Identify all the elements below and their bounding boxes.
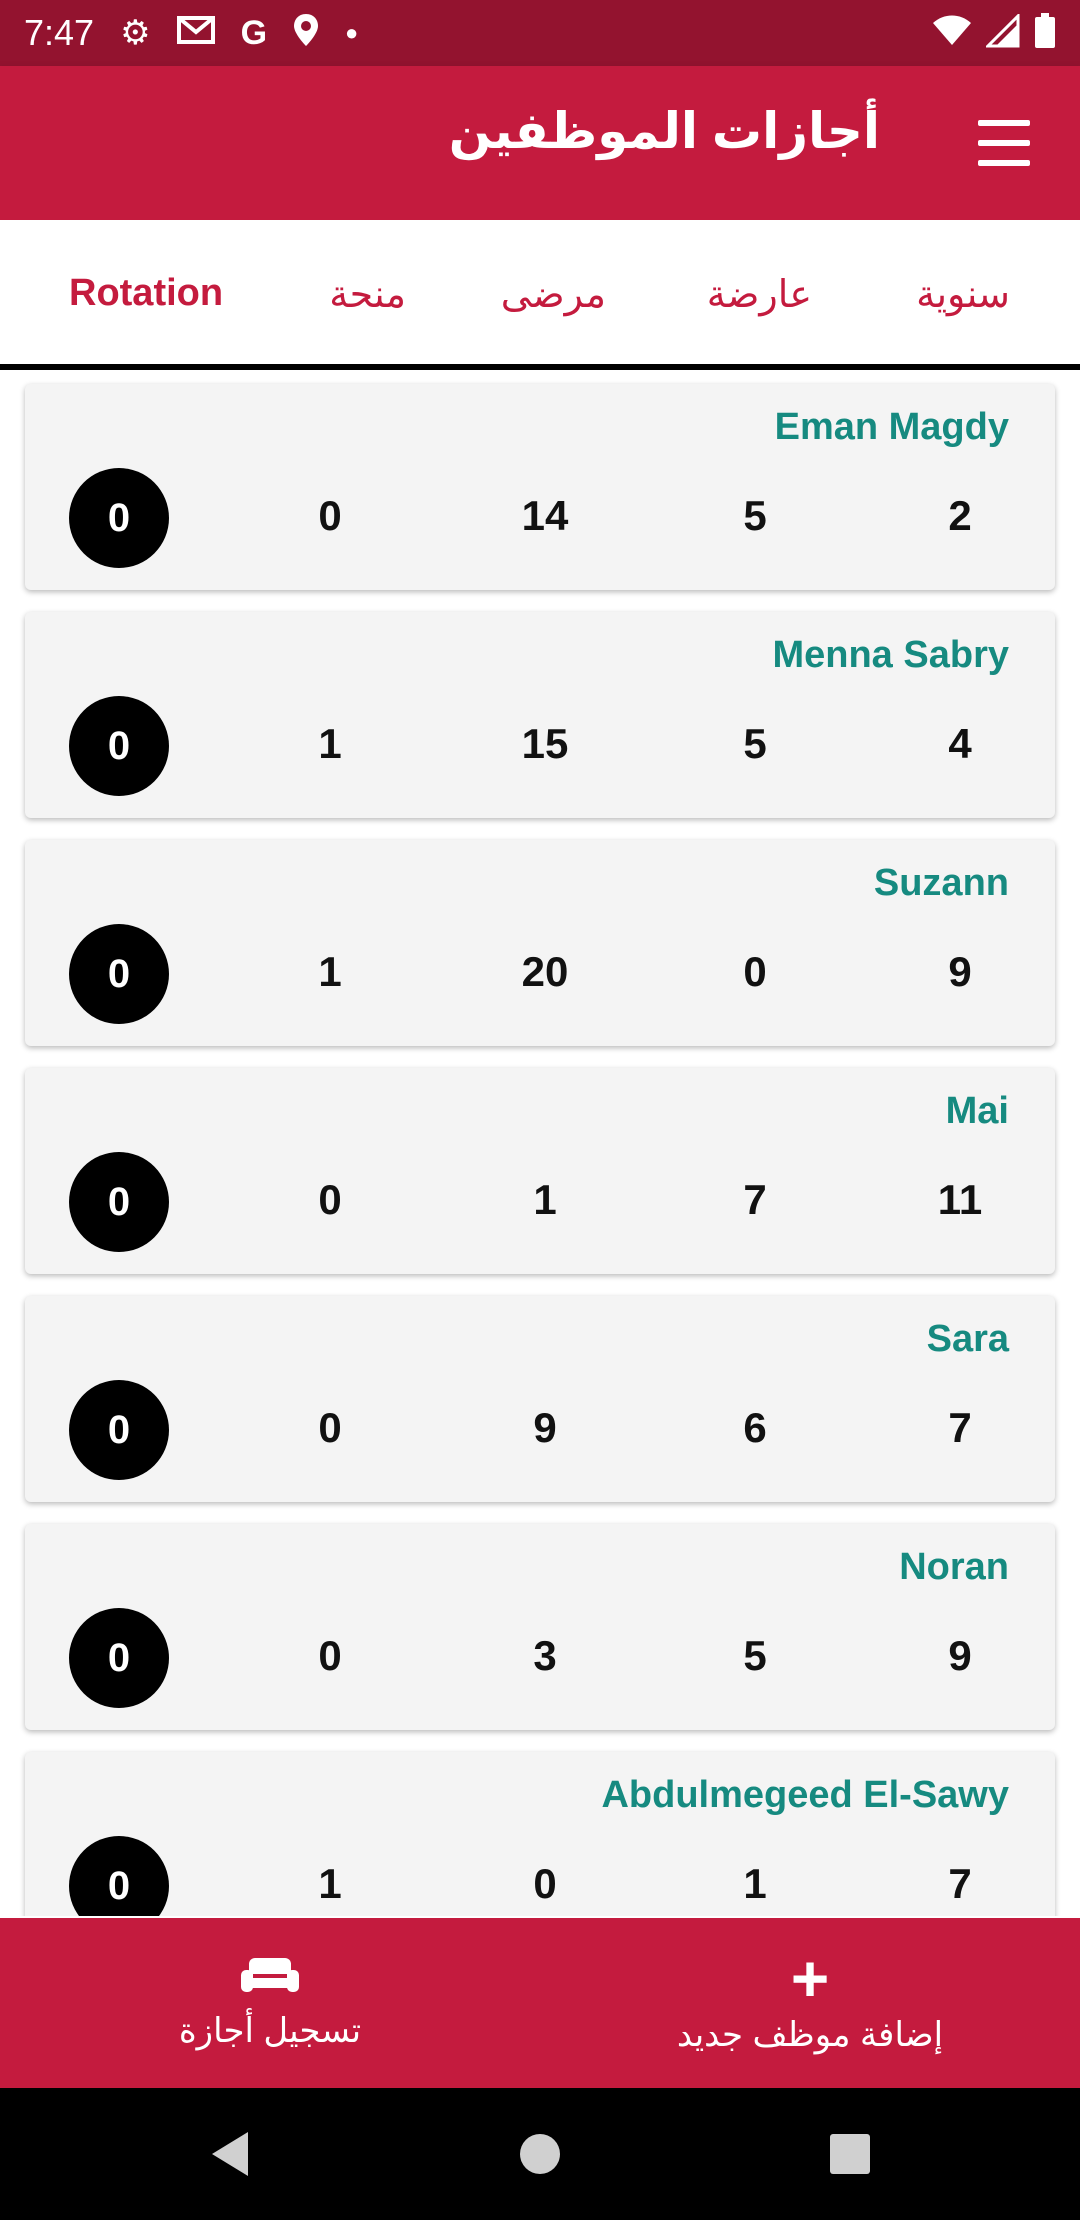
leave-value: 1 [318, 948, 342, 995]
leave-value: 5 [743, 492, 767, 539]
system-status-icons [932, 11, 1056, 54]
register-leave-label: تسجيل أجازة [178, 2011, 362, 2050]
dot-icon: ● [345, 20, 359, 45]
leave-value: 1 [318, 720, 342, 767]
rotation-count-badge: 0 [69, 1836, 169, 1916]
rotation-count-badge: 0 [69, 1608, 169, 1708]
employee-card[interactable]: Eman Magdy 0 0 14 5 2 [25, 384, 1055, 590]
rotation-count-badge: 0 [69, 1380, 169, 1480]
tab-sick[interactable]: مرضى [501, 272, 606, 317]
employee-card[interactable]: Suzann 0 1 20 0 9 [25, 840, 1055, 1046]
leave-value: 7 [948, 1860, 972, 1907]
leave-value: 7 [948, 1404, 972, 1451]
battery-icon [1034, 12, 1056, 54]
leave-value: 0 [318, 1176, 342, 1223]
settings-icon: ⚙ [120, 14, 151, 52]
employee-name: Mai [945, 1090, 1009, 1132]
leave-value: 0 [318, 1632, 342, 1679]
google-icon: G [240, 14, 268, 52]
recent-apps-icon[interactable] [790, 2088, 910, 2220]
rotation-count-badge: 0 [69, 924, 169, 1024]
tab-rotation[interactable]: Rotation [69, 272, 223, 315]
leave-value: 3 [533, 1632, 557, 1679]
tab-annual[interactable]: سنوية [916, 272, 1010, 317]
employee-card[interactable]: Abdulmegeed El-Sawy 0 1 0 1 7 [25, 1752, 1055, 1916]
leave-value: 14 [521, 492, 569, 539]
register-leave-button[interactable]: تسجيل أجازة [0, 1918, 540, 2088]
leave-value: 1 [743, 1860, 767, 1907]
employee-name: Abdulmegeed El-Sawy [601, 1774, 1009, 1816]
leave-value: 6 [743, 1404, 767, 1451]
tab-grant[interactable]: منحة [329, 272, 406, 317]
employee-name: Suzann [873, 862, 1009, 904]
signal-icon [984, 11, 1020, 53]
employee-card[interactable]: Noran 0 0 3 5 9 [25, 1524, 1055, 1730]
leave-value: 0 [533, 1860, 557, 1907]
employee-name: Eman Magdy [774, 406, 1009, 448]
tab-casual[interactable]: عارضة [707, 272, 812, 317]
bottom-navigation: تسجيل أجازة + إضافة موظف جديد [0, 1918, 1080, 2088]
leave-value: 0 [318, 1404, 342, 1451]
leave-value: 5 [743, 720, 767, 767]
add-employee-label: إضافة موظف جديد [676, 2016, 944, 2054]
leave-value: 2 [948, 492, 972, 539]
back-icon[interactable] [170, 2088, 290, 2220]
status-time: 7:47 [24, 12, 95, 53]
employee-list[interactable]: Eman Magdy 0 0 14 5 2 Menna Sabry 0 1 15… [0, 376, 1080, 1916]
rotation-count-badge: 0 [69, 1152, 169, 1252]
employee-name: Noran [899, 1546, 1009, 1588]
rotation-count-badge: 0 [69, 468, 169, 568]
leave-value: 1 [533, 1176, 557, 1223]
leave-value: 9 [948, 1632, 972, 1679]
leave-value: 9 [533, 1404, 557, 1451]
leave-type-tabs: سنوية عارضة مرضى منحة Rotation [0, 220, 1080, 370]
employee-name: Sara [926, 1318, 1009, 1360]
page-title: أجازات الموظفين [448, 103, 880, 159]
add-employee-button[interactable]: + إضافة موظف جديد [540, 1918, 1080, 2088]
leave-value: 20 [521, 948, 569, 995]
leave-value: 9 [948, 948, 972, 995]
sofa-icon [239, 1956, 301, 2001]
status-bar: 7:47 ⚙ G ● [0, 0, 1080, 66]
notification-icons: ⚙ G ● [120, 13, 358, 53]
wifi-icon [932, 15, 972, 52]
rotation-count-badge: 0 [69, 696, 169, 796]
app-bar: أجازات الموظفين [0, 66, 1080, 220]
leave-value: 0 [318, 492, 342, 539]
employee-card[interactable]: Menna Sabry 0 1 15 5 4 [25, 612, 1055, 818]
leave-value: 5 [743, 1632, 767, 1679]
employee-card[interactable]: Sara 0 0 9 6 7 [25, 1296, 1055, 1502]
home-icon[interactable] [480, 2088, 600, 2220]
plus-icon: + [790, 1941, 830, 2015]
gmail-icon [176, 15, 215, 51]
leave-value: 7 [743, 1176, 767, 1223]
employee-card[interactable]: Mai 0 0 1 7 11 [25, 1068, 1055, 1274]
leave-value: 0 [743, 948, 767, 995]
leave-value: 11 [937, 1176, 983, 1223]
leave-value: 4 [948, 720, 972, 767]
leave-value: 1 [318, 1860, 342, 1907]
leave-value: 15 [521, 720, 569, 767]
employee-name: Menna Sabry [772, 634, 1009, 676]
hamburger-menu-icon[interactable] [978, 120, 1030, 166]
location-icon [293, 13, 319, 53]
system-navigation-bar [0, 2088, 1080, 2220]
